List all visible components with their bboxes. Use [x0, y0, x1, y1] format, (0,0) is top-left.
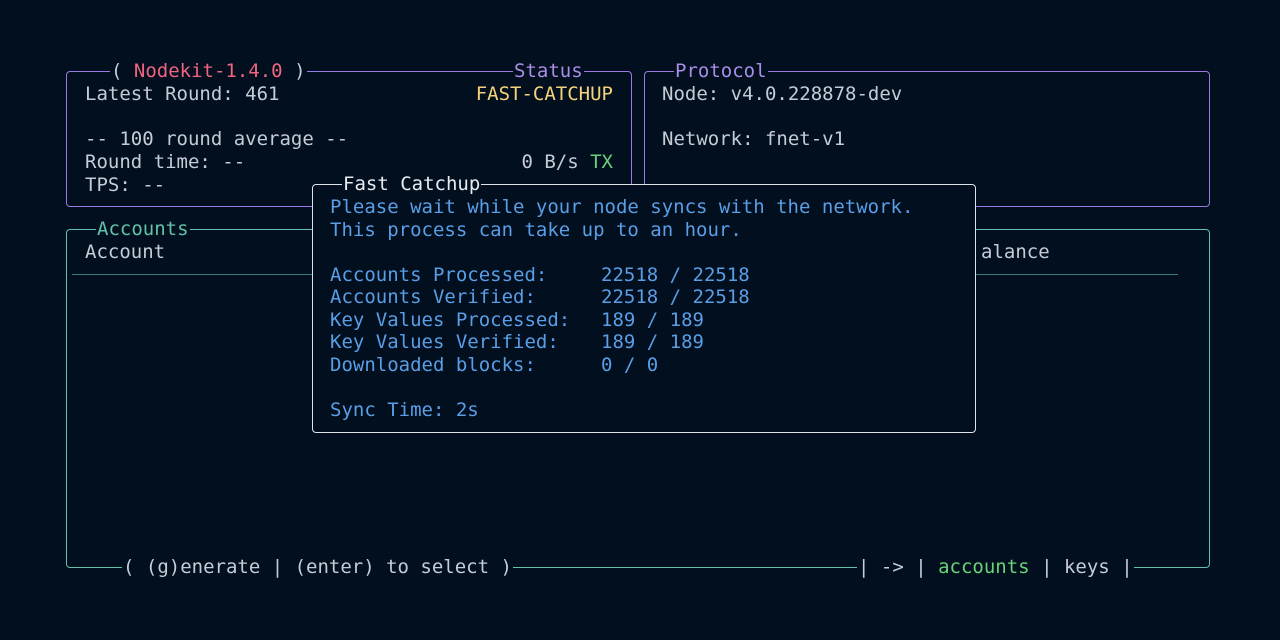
tab-accounts[interactable]: accounts	[938, 556, 1030, 578]
catchup-row-label: Key Values Verified:	[330, 331, 559, 353]
accounts-label: Accounts	[96, 218, 190, 240]
network-name: Network: fnet-v1	[662, 128, 846, 150]
node-version: Node: v4.0.228878-dev	[662, 83, 903, 105]
catchup-row-value: 22518 / 22518	[601, 286, 750, 308]
catchup-row-value: 22518 / 22518	[601, 264, 750, 286]
catchup-row-label: Key Values Processed:	[330, 309, 571, 331]
footer-end: |	[1121, 556, 1133, 578]
tx-label: TX	[590, 151, 613, 173]
footer-separator: |	[1041, 556, 1053, 578]
catchup-row-value: 189 / 189	[601, 309, 704, 331]
latest-round: Latest Round: 461	[85, 83, 280, 105]
catchup-row-label: Downloaded blocks:	[330, 354, 536, 376]
column-header-balance[interactable]: alance	[981, 241, 1050, 263]
bandwidth-value: 0 B/s	[521, 151, 579, 173]
average-header: -- 100 round average --	[85, 128, 349, 150]
modal-message-line1: Please wait while your node syncs with t…	[330, 196, 914, 218]
catchup-row-label: Accounts Processed:	[330, 264, 548, 286]
modal-message-line2: This process can take up to an hour.	[330, 219, 742, 241]
sync-time: Sync Time: 2s	[330, 399, 479, 421]
round-time: Round time: --	[85, 151, 246, 173]
app-name: Nodekit-1.4.0	[133, 60, 283, 82]
tps: TPS: --	[85, 174, 166, 196]
node-state-badge: FAST-CATCHUP	[475, 83, 613, 105]
column-header-account[interactable]: Account	[85, 241, 165, 263]
catchup-row-value: 0 / 0	[601, 354, 659, 376]
status-title: ( Nodekit-1.4.0 )	[110, 60, 307, 82]
accounts-footer-hints: ( (g)enerate | (enter) to select )	[122, 556, 513, 578]
protocol-label: Protocol	[674, 60, 768, 82]
footer-nav-arrow[interactable]: | -> |	[858, 556, 927, 578]
catchup-row-value: 189 / 189	[601, 331, 704, 353]
tab-keys[interactable]: keys	[1064, 556, 1110, 578]
catchup-row-label: Accounts Verified:	[330, 286, 536, 308]
status-label: Status	[513, 60, 584, 82]
accounts-footer-tabs: | -> | accounts | keys |	[857, 556, 1134, 578]
modal-title: Fast Catchup	[342, 173, 482, 195]
bandwidth-readout: 0 B/s TX	[521, 151, 613, 173]
status-title-open: (	[111, 60, 123, 82]
status-title-close: )	[294, 60, 306, 82]
